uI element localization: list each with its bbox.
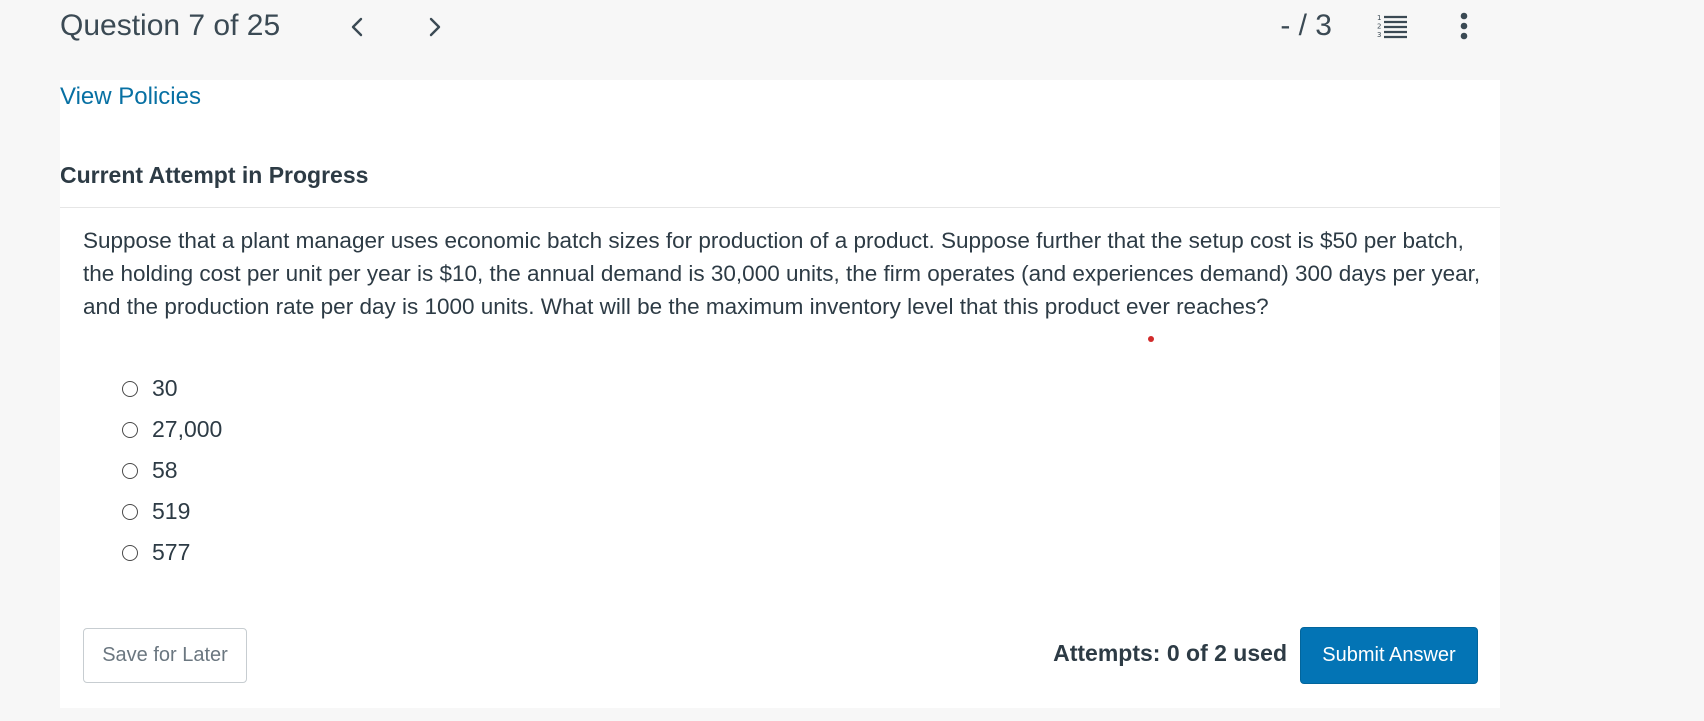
chevron-left-icon: [351, 17, 363, 37]
more-options-button[interactable]: [1450, 10, 1478, 42]
answer-choice[interactable]: 58: [120, 450, 222, 491]
svg-text:1: 1: [1377, 14, 1381, 22]
radio-button[interactable]: [122, 503, 138, 520]
numbered-list-icon: 1 2 3: [1377, 14, 1407, 39]
question-list-button[interactable]: 1 2 3: [1374, 10, 1410, 42]
radio-button[interactable]: [122, 380, 138, 397]
question-text: Suppose that a plant manager uses econom…: [83, 228, 1481, 319]
radio-button[interactable]: [122, 421, 138, 438]
choice-label: 519: [152, 498, 191, 524]
quiz-header: Question 7 of 25 - / 3 1 2 3: [0, 0, 1704, 80]
choice-label: 27,000: [152, 416, 223, 442]
red-marker-dot: [1148, 336, 1154, 342]
attempts-counter: Attempts: 0 of 2 used: [1053, 640, 1287, 666]
score-display: - / 3: [1280, 9, 1332, 42]
answer-choices: 30 27,000 58 519 577: [120, 368, 222, 573]
radio-button[interactable]: [122, 462, 138, 479]
question-position: Question 7 of 25: [60, 9, 281, 42]
choice-label: 58: [152, 457, 178, 483]
answer-choice[interactable]: 27,000: [120, 409, 222, 450]
answer-choice[interactable]: 577: [120, 532, 222, 573]
radio-button[interactable]: [122, 544, 138, 561]
choice-label: 30: [152, 375, 178, 401]
chevron-right-icon: [429, 17, 441, 37]
view-policies-link[interactable]: View Policies: [60, 82, 201, 112]
previous-question-button[interactable]: [340, 10, 374, 44]
save-for-later-button[interactable]: Save for Later: [83, 628, 247, 683]
vertical-ellipsis-icon: [1460, 12, 1468, 40]
divider: [60, 207, 1500, 208]
svg-text:2: 2: [1377, 23, 1381, 31]
answer-choice[interactable]: 30: [120, 368, 222, 409]
answer-choice[interactable]: 519: [120, 491, 222, 532]
next-question-button[interactable]: [418, 10, 452, 44]
svg-text:3: 3: [1377, 31, 1381, 39]
submit-answer-button[interactable]: Submit Answer: [1300, 627, 1478, 684]
attempt-heading: Current Attempt in Progress: [60, 162, 369, 188]
choice-label: 577: [152, 539, 191, 565]
